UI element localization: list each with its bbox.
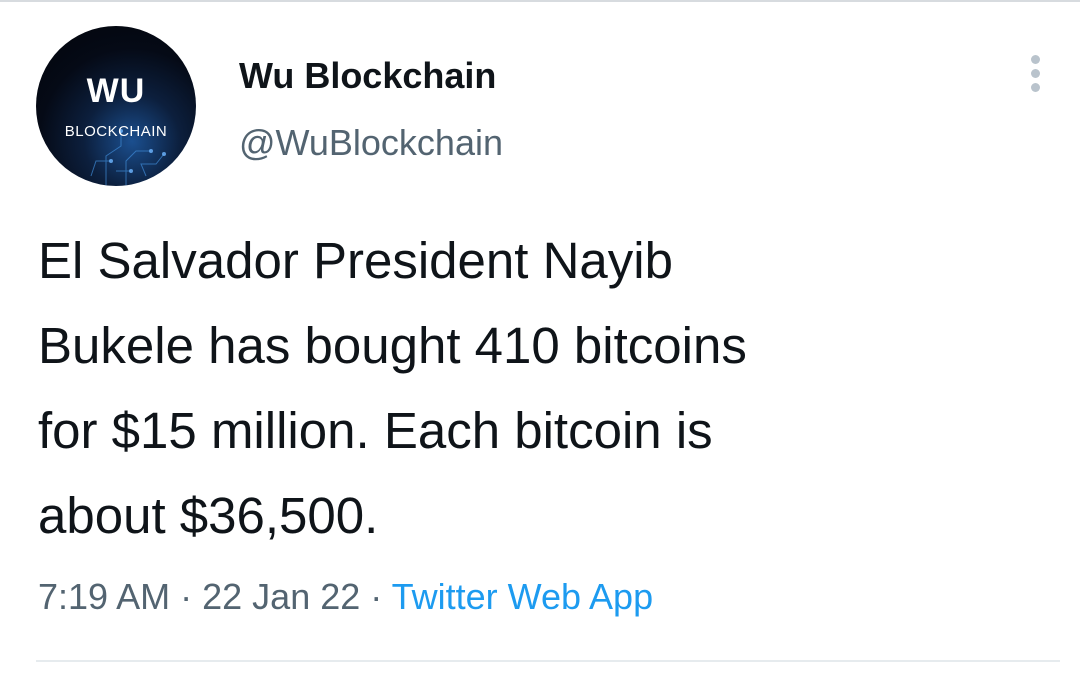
- tweet-date[interactable]: 22 Jan 22: [202, 576, 360, 617]
- tweet-text: El Salvador President Nayib Bukele has b…: [38, 218, 1048, 558]
- top-border: [0, 0, 1080, 2]
- tweet-metadata: 7:19 AM · 22 Jan 22 · Twitter Web App: [38, 575, 653, 619]
- meta-separator: ·: [180, 576, 193, 617]
- avatar-logo-text: WU: [86, 72, 146, 110]
- tweet-text-line: Bukele has bought 410 bitcoins: [38, 317, 747, 374]
- author-handle[interactable]: @WuBlockchain: [239, 122, 503, 164]
- more-options-button[interactable]: [1020, 52, 1050, 96]
- divider: [36, 660, 1060, 662]
- author-display-name[interactable]: Wu Blockchain: [239, 56, 496, 96]
- more-vertical-icon: [1030, 69, 1040, 78]
- tweet-text-line: for $15 million. Each bitcoin is: [38, 402, 713, 459]
- more-vertical-icon: [1030, 83, 1040, 92]
- tweet-time[interactable]: 7:19 AM: [38, 576, 170, 617]
- avatar-logo-subtext: BLOCKCHAIN: [64, 123, 168, 140]
- tweet-source-link[interactable]: Twitter Web App: [392, 576, 653, 617]
- tweet-text-line: El Salvador President Nayib: [38, 232, 673, 289]
- more-vertical-icon: [1030, 55, 1040, 64]
- avatar[interactable]: WU BLOCKCHAIN: [36, 26, 196, 186]
- tweet-text-line: about $36,500.: [38, 487, 379, 544]
- meta-separator: ·: [370, 576, 383, 617]
